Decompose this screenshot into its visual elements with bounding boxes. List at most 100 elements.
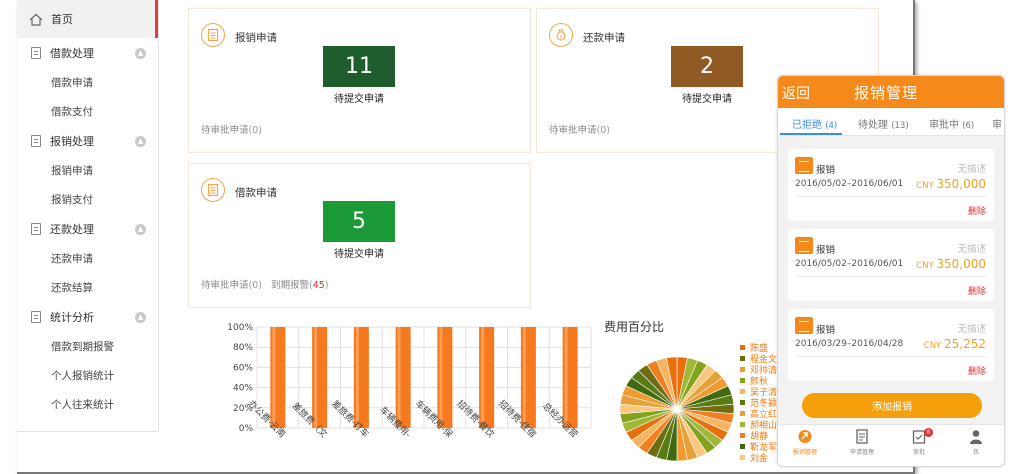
back-button[interactable]: 返回 (782, 83, 810, 103)
money-bag-icon: $ (549, 23, 573, 47)
sidebar-group-label: 报销处理 (50, 135, 94, 148)
legend-swatch (740, 356, 745, 361)
item-type: 报销 (816, 165, 836, 176)
list-item[interactable]: 报销 无描述 2016/05/02–2016/06/01 CNY 350,000… (788, 229, 994, 301)
bar-highlight (314, 327, 318, 428)
tab-count: (13) (891, 121, 909, 131)
legend-swatch (740, 411, 745, 416)
chevron-up-icon[interactable]: ▲ (135, 136, 146, 147)
pending-row[interactable]: 待审批申请(0) (549, 122, 610, 136)
sidebar-group-stats[interactable]: 统计分析 ▲ (17, 302, 158, 332)
bar-highlight (522, 327, 526, 428)
card-title: 还款申请 (583, 32, 625, 44)
item-amount: CNY 25,252 (924, 337, 986, 351)
sidebar-item-personal-account-stats[interactable]: 个人往来统计 (17, 390, 158, 419)
tab-label: 审批中 (929, 120, 959, 131)
nav-label: 我 (972, 449, 979, 456)
item-currency: CNY (916, 261, 934, 271)
tab-approved[interactable]: 审 (992, 116, 1002, 131)
sidebar-item-label: 报销支付 (51, 194, 93, 206)
tab-label: 待处理 (858, 120, 888, 131)
clipboard-icon (31, 223, 41, 235)
reimburse-count-box[interactable]: 11 (323, 46, 395, 87)
item-amount: CNY 350,000 (916, 257, 986, 271)
clipboard-icon (201, 178, 225, 202)
card-title: 借款申请 (235, 187, 277, 199)
sidebar-item-home[interactable]: 首页 (17, 0, 158, 38)
repay-count-box[interactable]: 2 (671, 46, 743, 87)
nav-reimburse[interactable]: 报销管理 (782, 429, 828, 456)
sidebar-item-personal-reimburse-stats[interactable]: 个人报销统计 (17, 361, 158, 390)
svg-text:$: $ (559, 35, 562, 41)
item-amount-value: 25,252 (944, 337, 986, 351)
sidebar-item-reimburse-pay[interactable]: 报销支付 (17, 185, 158, 214)
bar-highlight (397, 327, 401, 428)
sidebar-group-loan[interactable]: 借款处理 ▲ (17, 38, 158, 68)
count-label: 待提交申请 (334, 94, 384, 105)
item-currency: CNY (916, 181, 934, 191)
y-tick-label: 40% (233, 384, 253, 394)
chevron-up-icon[interactable]: ▲ (135, 224, 146, 235)
sidebar-item-repay-settle[interactable]: 还款结算 (17, 273, 158, 302)
clipboard-icon (31, 135, 41, 147)
item-dates: 2016/05/02–2016/06/01 (795, 259, 904, 269)
legend-item[interactable]: 刘金 (740, 452, 768, 464)
clipboard-icon (201, 23, 225, 47)
tab-rejected[interactable]: 已拒绝 (4) (792, 116, 837, 131)
legend-swatch (740, 345, 745, 350)
clipboard-icon (31, 47, 41, 59)
sidebar-item-label: 报销申请 (51, 165, 93, 177)
sidebar-item-loan-pay[interactable]: 借款支付 (17, 97, 158, 126)
list-item[interactable]: 报销 无描述 2016/05/02–2016/06/01 CNY 350,000… (788, 149, 994, 221)
nav-approve[interactable]: 8 审批 (896, 428, 942, 456)
pending-label: 待审批申请 (549, 125, 597, 136)
item-type: 报销 (816, 325, 836, 336)
document-icon (795, 237, 813, 254)
sidebar-group-repay[interactable]: 还款处理 ▲ (17, 214, 158, 244)
nav-applications[interactable]: 申请管理 (839, 429, 885, 456)
item-description: 无描述 (957, 244, 986, 255)
sidebar-item-loan-due-alert[interactable]: 借款到期报警 (17, 332, 158, 361)
tab-approving[interactable]: 审批中 (6) (929, 116, 974, 131)
loan-count: 5 (352, 209, 366, 234)
divider (795, 276, 987, 277)
item-amount: CNY 350,000 (916, 177, 986, 191)
nav-label: 报销管理 (792, 449, 817, 456)
sidebar-item-reimburse-apply[interactable]: 报销申请 (17, 156, 158, 185)
sidebar-group-reimburse[interactable]: 报销处理 ▲ (17, 126, 158, 156)
y-tick-label: 100% (227, 323, 253, 333)
add-reimbursement-button[interactable]: 添加报销 (802, 393, 982, 418)
bar-highlight (439, 327, 443, 428)
chevron-up-icon[interactable]: ▲ (135, 48, 146, 59)
document-icon (795, 317, 813, 334)
sidebar-group-label: 还款处理 (50, 223, 94, 236)
count-label: 待提交申请 (682, 94, 732, 105)
pie-chart-title: 费用百分比 (604, 320, 665, 334)
legend-swatch (740, 433, 745, 438)
tab-pending[interactable]: 待处理 (13) (858, 116, 909, 131)
sidebar-group-label: 借款处理 (50, 47, 94, 60)
nav-label: 审批 (912, 449, 925, 456)
sidebar-item-loan-apply[interactable]: 借款申请 (17, 68, 158, 97)
list-item[interactable]: 报销 无描述 2016/03/29–2016/04/28 CNY 25,252 … (788, 309, 994, 381)
pending-close: ) (258, 125, 262, 136)
active-tab-indicator (780, 133, 842, 135)
pending-row[interactable]: 待审批申请(0) 到期报警(45) (201, 277, 329, 291)
nav-me[interactable]: 我 (953, 429, 999, 456)
loan-count-box[interactable]: 5 (323, 201, 395, 242)
sidebar-item-repay-apply[interactable]: 还款申请 (17, 244, 158, 273)
mobile-title: 报销管理 (854, 84, 919, 102)
delete-button[interactable]: 删除 (968, 364, 986, 377)
pending-label: 待审批申请 (201, 280, 249, 291)
due-alert-count: 45 (312, 280, 325, 291)
legend-swatch (740, 444, 745, 449)
due-alert-label[interactable]: 到期报警 (271, 280, 309, 291)
sidebar-item-label: 借款申请 (51, 77, 93, 89)
delete-button[interactable]: 删除 (968, 204, 986, 217)
sidebar: 首页 借款处理 ▲ 借款申请 借款支付 报销处理 ▲ 报销申请 报销支付 还款处… (17, 0, 159, 432)
chevron-up-icon[interactable]: ▲ (135, 312, 146, 323)
reimburse-icon (798, 430, 812, 443)
delete-button[interactable]: 删除 (968, 284, 986, 297)
pending-row[interactable]: 待审批申请(0) (201, 122, 262, 136)
item-dates: 2016/05/02–2016/06/01 (795, 179, 904, 189)
